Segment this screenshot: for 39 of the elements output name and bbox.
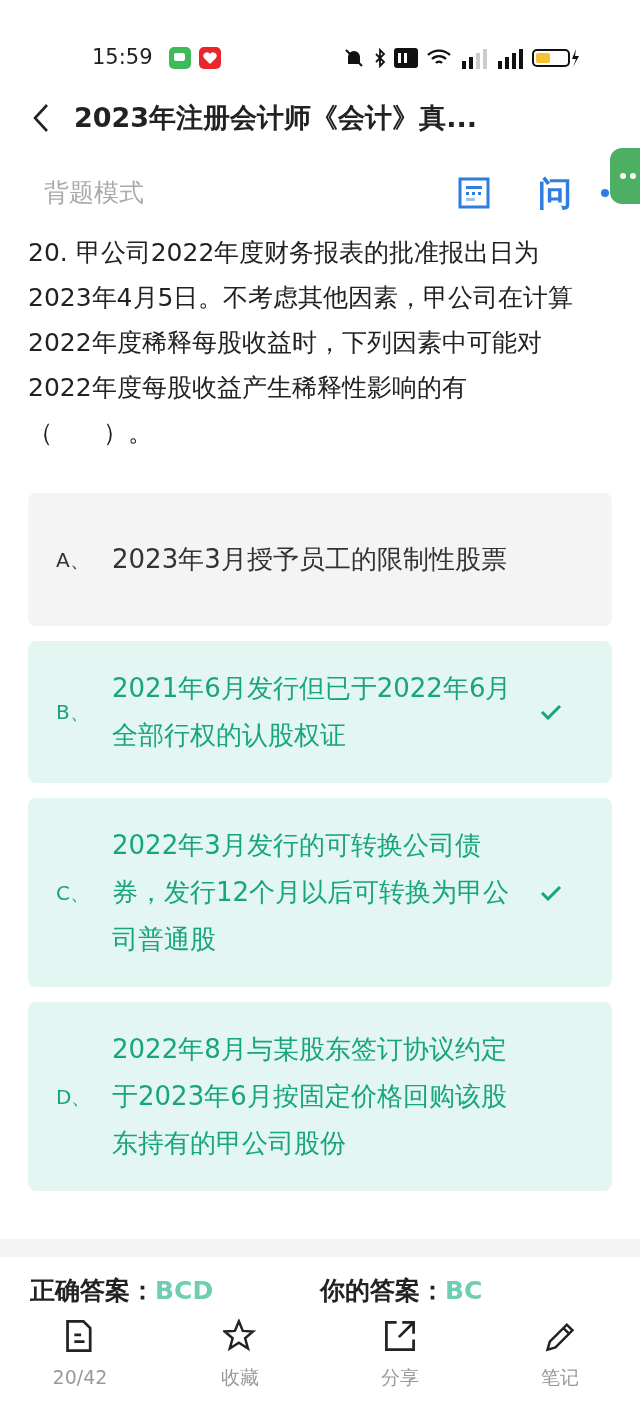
floating-menu-button[interactable]	[610, 148, 640, 204]
ask-button[interactable]: 问	[538, 176, 572, 210]
back-button[interactable]	[32, 103, 50, 133]
status-time: 15:59	[92, 44, 153, 72]
answer-value: BCD	[155, 1275, 214, 1307]
option-text: 2022年8月与某股东签订协议约定于2023年6月按固定价格回购该股东持有的甲公司股份	[112, 1033, 508, 1160]
nav-label[interactable]: 20/42	[52, 1363, 108, 1392]
bluetooth-icon	[374, 47, 386, 69]
option-letter: A、	[56, 546, 91, 574]
option-text: 2023年3月授予员工的限制性股票	[112, 543, 508, 576]
option-letter: C、	[56, 879, 91, 907]
mode-label: 背题模式	[44, 177, 144, 210]
answer-option[interactable]: B、 2021年6月发行但已于2022年6月全部行权的认股权证	[28, 641, 612, 783]
calculator-icon[interactable]	[458, 177, 490, 209]
battery-icon	[532, 47, 580, 69]
question-text: 20. 甲公司2022年度财务报表的批准报出日为2023年4月5日。不考虑其他因素，甲公司在计算2022年度稀释每股收益时，下列因素中可能对2022年度每股收益产生稀释性影响的有（ ）。	[27, 237, 575, 449]
share-icon[interactable]	[383, 1319, 417, 1353]
answer-option[interactable]: C、 2022年3月发行的可转换公司债券，发行12个月以后可转换为甲公司普通股	[28, 798, 612, 987]
answer-label: 你的答案：	[320, 1275, 445, 1307]
option-text: 2021年6月发行但已于2022年6月全部行权的认股权证	[112, 672, 513, 752]
option-letter: B、	[56, 699, 91, 726]
back-icon	[32, 103, 50, 133]
answer-value: BC	[445, 1275, 483, 1307]
answer-label: 正确答案：	[30, 1275, 155, 1307]
nav-label[interactable]: 收藏	[221, 1363, 259, 1392]
signal-icon	[460, 47, 488, 69]
chat-app-icon	[168, 47, 191, 69]
answer-option[interactable]: A、 2023年3月授予员工的限制性股票	[28, 493, 612, 626]
page-title: 2023年注册会计师《会计》真...	[74, 100, 477, 135]
nav-label[interactable]: 分享	[381, 1363, 419, 1392]
hd-icon	[394, 48, 418, 68]
nav-label[interactable]: 笔记	[541, 1363, 579, 1392]
option-letter: D、	[56, 1083, 93, 1111]
dots-icon	[620, 173, 636, 179]
option-text: 2022年3月发行的可转换公司债券，发行12个月以后可转换为甲公司普通股	[112, 829, 511, 956]
signal-icon	[496, 47, 524, 69]
heart-app-icon	[198, 47, 221, 69]
answer-option[interactable]: D、 2022年8月与某股东签订协议约定于2023年6月按固定价格回购该股东持有的甲公司股份	[28, 1002, 612, 1191]
star-icon[interactable]	[223, 1319, 257, 1353]
